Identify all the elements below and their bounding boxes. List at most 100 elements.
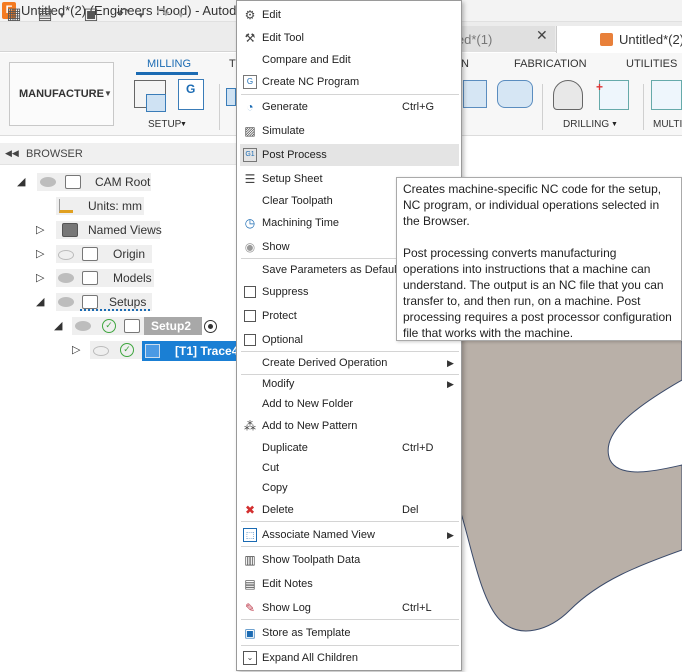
menu-item-label: Compare and Edit xyxy=(262,54,351,66)
visibility-off-icon[interactable] xyxy=(93,346,109,356)
model-canvas[interactable] xyxy=(460,340,682,672)
browser-title: BROWSER xyxy=(26,148,83,160)
units-ruler-icon xyxy=(59,199,73,213)
menu-item-label: Delete xyxy=(262,504,294,516)
undo-caret-icon[interactable]: ▼ xyxy=(137,11,145,20)
redo-icon[interactable]: ↷ xyxy=(154,6,172,24)
setup-caret-icon[interactable]: ▼ xyxy=(180,121,187,128)
folder-icon xyxy=(82,271,98,285)
collapse-browser-icon[interactable]: ◀◀ xyxy=(5,148,19,159)
ribbon-tab-utilities[interactable]: UTILITIES xyxy=(626,58,677,70)
menu-item-edit[interactable]: ⚙ Edit xyxy=(237,4,461,26)
visibility-off-icon[interactable] xyxy=(58,250,74,260)
menu-item-add-to-new-folder[interactable]: Add to New Folder xyxy=(237,393,461,415)
menu-separator xyxy=(241,546,459,547)
menu-item-label: Create Derived Operation xyxy=(262,357,388,369)
menu-item-label: Create NC Program xyxy=(262,76,360,88)
protect-checkbox[interactable] xyxy=(244,310,256,322)
menu-item-show-log[interactable]: ✎ Show Log Ctrl+L xyxy=(237,597,461,619)
panel-label-multi[interactable]: MULTI xyxy=(653,119,682,130)
tree-label: [T1] Trace4 xyxy=(175,344,239,358)
ribbon-tab-milling[interactable]: MILLING xyxy=(147,58,191,70)
collapsed-arrow-icon[interactable]: ▷ xyxy=(36,223,44,236)
ribbon-tab-turning[interactable]: T xyxy=(229,58,236,70)
menu-item-simulate[interactable]: ▨ Simulate xyxy=(237,120,461,142)
menu-item-show-toolpath-data[interactable]: ▥ Show Toolpath Data xyxy=(237,549,461,571)
menu-item-post-process[interactable]: G1 Post Process xyxy=(237,144,461,166)
menu-item-label: Store as Template xyxy=(262,627,351,639)
menu-shortcut: Ctrl+L xyxy=(402,602,432,614)
file-caret-icon[interactable]: ▼ xyxy=(58,11,66,20)
probe-icon[interactable] xyxy=(599,80,629,110)
menu-item-duplicate[interactable]: Duplicate Ctrl+D xyxy=(237,437,461,459)
folder-icon xyxy=(82,247,98,261)
menu-item-create-nc-program[interactable]: G Create NC Program xyxy=(237,71,461,93)
menu-item-expand-all-children[interactable]: ⌄ Expand All Children xyxy=(237,647,461,669)
panel-label-drilling[interactable]: DRILLING xyxy=(563,119,609,130)
save-icon[interactable]: ▣ xyxy=(82,6,100,24)
menu-shortcut: Del xyxy=(402,504,419,516)
visibility-eye-icon[interactable] xyxy=(58,273,74,283)
redo-caret-icon[interactable]: ▼ xyxy=(177,11,185,20)
visibility-eye-icon[interactable] xyxy=(58,297,74,307)
menu-item-label: Duplicate xyxy=(262,442,308,454)
collapsed-arrow-icon[interactable]: ▷ xyxy=(36,271,44,284)
ribbon-tab-additive[interactable]: N xyxy=(461,58,469,70)
tree-label: Setup2 xyxy=(151,319,192,333)
file-icon[interactable]: ▤ xyxy=(36,6,54,24)
menu-item-cut[interactable]: Cut xyxy=(237,457,461,479)
menu-item-create-derived-operation[interactable]: Create Derived Operation ▶ xyxy=(237,352,461,374)
drilling-caret-icon[interactable]: ▼ xyxy=(611,121,618,128)
tree-label: Units: mm xyxy=(88,199,142,213)
menu-item-compare-and-edit[interactable]: Compare and Edit xyxy=(237,49,461,71)
expand-arrow-icon[interactable]: ◢ xyxy=(54,319,62,332)
setup-icon xyxy=(124,319,140,333)
collapsed-arrow-icon[interactable]: ▷ xyxy=(36,247,44,260)
grid-menu-icon[interactable]: ▦ xyxy=(5,6,23,24)
workspace-caret-icon[interactable]: ▼ xyxy=(104,89,112,98)
nc-program-icon: G xyxy=(243,75,257,89)
additive-tool-icon[interactable] xyxy=(463,80,487,108)
optional-checkbox[interactable] xyxy=(244,334,256,346)
drilling-icon[interactable] xyxy=(553,80,583,110)
menu-item-edit-tool[interactable]: ⚒ Edit Tool xyxy=(237,27,461,49)
menu-item-copy[interactable]: Copy xyxy=(237,477,461,499)
menu-item-store-as-template[interactable]: ▣ Store as Template xyxy=(237,622,461,644)
trace-operation-icon xyxy=(145,344,160,358)
expand-arrow-icon[interactable]: ◢ xyxy=(36,295,44,308)
menu-item-label: Show Toolpath Data xyxy=(262,554,361,566)
menu-item-generate[interactable]: ◔ Generate Ctrl+G xyxy=(237,96,461,118)
2d-pocket-icon[interactable] xyxy=(226,88,236,106)
delete-icon: ✖ xyxy=(244,503,256,517)
menu-shortcut: Ctrl+D xyxy=(402,442,434,454)
menu-item-label: Suppress xyxy=(262,286,309,298)
named-view-icon: ⬚ xyxy=(243,528,257,542)
suppress-checkbox[interactable] xyxy=(244,286,256,298)
ribbon-tab-fabrication[interactable]: FABRICATION xyxy=(514,58,587,70)
menu-item-modify[interactable]: Modify ▶ xyxy=(237,373,461,395)
visibility-eye-icon[interactable] xyxy=(75,321,91,331)
menu-separator xyxy=(241,619,459,620)
setup-cube-icon xyxy=(146,94,166,112)
gear-icon: ⚙ xyxy=(244,8,256,22)
visibility-eye-icon[interactable] xyxy=(40,177,56,187)
pattern-icon: ⁂ xyxy=(244,419,256,433)
multi-axis-icon[interactable] xyxy=(651,80,682,110)
menu-item-associate-named-view[interactable]: ⬚ Associate Named View ▶ xyxy=(237,524,461,546)
expand-arrow-icon[interactable]: ◢ xyxy=(17,175,25,188)
menu-item-label: Add to New Folder xyxy=(262,398,354,410)
close-tab-icon[interactable]: ✕ xyxy=(536,28,550,42)
menu-item-label: Save Parameters as Default xyxy=(262,264,400,276)
fabrication-tool-icon[interactable] xyxy=(497,80,533,108)
ribbon-divider xyxy=(643,84,644,130)
post-process-tooltip: Creates machine-specific NC code for the… xyxy=(396,177,682,341)
menu-item-delete[interactable]: ✖ Delete Del xyxy=(237,499,461,521)
menu-item-edit-notes[interactable]: ▤ Edit Notes xyxy=(237,573,461,595)
collapsed-arrow-icon[interactable]: ▷ xyxy=(72,343,80,356)
toolpath-data-icon: ▥ xyxy=(244,553,256,567)
undo-icon[interactable]: ↶ xyxy=(114,6,132,24)
probe-plus-icon: + xyxy=(596,80,604,94)
panel-label-setup[interactable]: SETUP xyxy=(148,119,181,130)
menu-item-label: Clear Toolpath xyxy=(262,195,333,207)
menu-item-add-to-new-pattern[interactable]: ⁂ Add to New Pattern xyxy=(237,415,461,437)
